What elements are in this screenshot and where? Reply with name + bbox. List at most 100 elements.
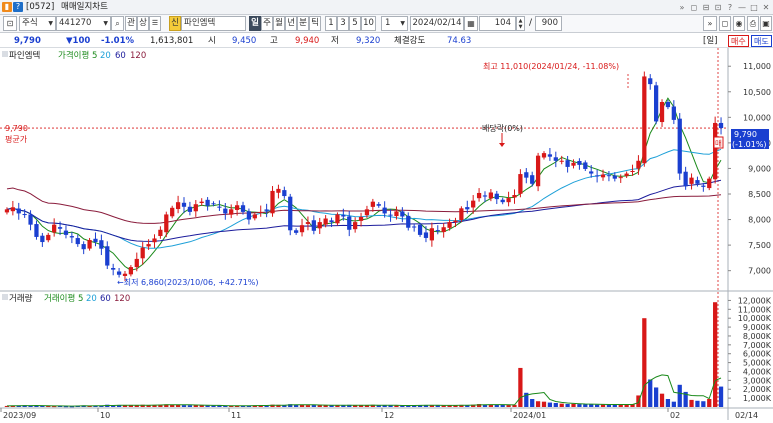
period-tab-5[interactable]: 틱 xyxy=(309,16,321,31)
candle-body xyxy=(211,203,216,205)
grid-toggle-icon[interactable]: ◻ xyxy=(719,16,731,31)
market-select[interactable]: 주식 ▼ xyxy=(19,16,56,31)
quote-bar: 9,790 ▼100 -1.01% 1,613,801 시 9,450 고 9,… xyxy=(0,34,773,48)
candle-114 xyxy=(677,113,682,180)
candle-body xyxy=(606,175,612,177)
volume-bar-119 xyxy=(707,399,712,407)
total-input[interactable]: 900 xyxy=(535,16,562,31)
sell-button[interactable]: 매도 xyxy=(751,35,772,47)
volume-bar-95 xyxy=(565,403,570,407)
candle-body xyxy=(441,227,446,233)
volume-axis-label-2: 10,000K xyxy=(738,314,772,323)
candle-body xyxy=(93,238,98,243)
listed-button[interactable]: 상 xyxy=(137,16,149,31)
interval-button-5[interactable]: 5 xyxy=(349,16,361,31)
candle-body xyxy=(217,206,222,208)
volume-bar-50 xyxy=(299,404,305,407)
candle-110 xyxy=(654,81,659,125)
volume-bar-94 xyxy=(559,403,564,407)
window-title: 매매일지차트 xyxy=(61,2,108,12)
help-icon[interactable]: ? xyxy=(725,2,735,13)
price-axis-label-5: 8,500 xyxy=(748,190,771,199)
search-button[interactable]: ⌕ xyxy=(111,16,124,31)
candle-body xyxy=(648,78,653,85)
price-ma-60: 60 xyxy=(115,51,126,61)
volume-bar-118 xyxy=(701,401,706,407)
candle-body xyxy=(299,225,305,233)
slash-separator: / xyxy=(529,18,533,28)
volume-axis-label-9: 3,000K xyxy=(743,376,772,385)
pin-window-icon[interactable]: ⊡ xyxy=(713,2,723,13)
x-axis-label-1: 10 xyxy=(100,411,110,420)
period-tab-1[interactable]: 주 xyxy=(261,16,273,31)
period-tab-3[interactable]: 년 xyxy=(285,16,297,31)
candle-body xyxy=(158,229,163,237)
candle-body xyxy=(175,202,181,210)
candle-body xyxy=(471,200,476,208)
x-axis-label-5: 02 xyxy=(670,411,680,420)
volume-bar-120 xyxy=(713,302,718,407)
menu-button[interactable]: ☰ xyxy=(149,16,161,31)
interval-button-3[interactable]: 3 xyxy=(337,16,349,31)
stock-chart[interactable]: 11,00010,50010,0009,5009,0008,5008,0007,… xyxy=(0,48,773,420)
close-icon[interactable]: ✕ xyxy=(761,2,771,13)
volume-axis-label-0: 12,000K xyxy=(738,296,772,305)
volume-axis-label-6: 6,000K xyxy=(743,350,772,359)
count-spinner[interactable]: ▲ ▼ xyxy=(516,16,525,31)
candle-body xyxy=(294,230,299,233)
candle-body xyxy=(282,190,287,197)
count-input[interactable]: 104 xyxy=(479,16,516,31)
period-tab-2[interactable]: 월 xyxy=(273,16,285,31)
volume-axis-label-5: 7,000K xyxy=(743,341,772,350)
candle-body xyxy=(695,180,700,184)
low-price: 9,320 xyxy=(356,36,381,46)
candle-body xyxy=(459,208,464,220)
help-icon[interactable]: ? xyxy=(13,2,23,12)
volume-bar-96 xyxy=(571,403,576,407)
volume-ma-120: 120 xyxy=(114,294,130,304)
pin-icon[interactable]: ⊡ xyxy=(3,16,17,31)
volume-axis-label-10: 2,000K xyxy=(743,385,772,394)
minimize-icon[interactable]: — xyxy=(737,2,747,13)
count-value: 104 xyxy=(494,18,511,28)
candle-body xyxy=(701,185,706,187)
minimize-panel-icon[interactable]: ⊟ xyxy=(701,2,711,13)
interval-button-1[interactable]: 1 xyxy=(325,16,337,31)
lock-icon[interactable]: ▣ xyxy=(760,16,772,31)
high-label: 고 xyxy=(270,36,278,46)
symbol-input[interactable]: 441270 ▼ xyxy=(56,16,111,31)
candle-body xyxy=(52,224,57,233)
interval-input[interactable]: 1 ▼ xyxy=(381,16,408,31)
candle-body xyxy=(46,234,51,241)
restore-icon[interactable]: ◻ xyxy=(689,2,699,13)
date-input[interactable]: 2024/02/14 xyxy=(410,16,464,31)
volume-ma-5: 5 xyxy=(78,294,83,304)
candle-body xyxy=(187,206,193,212)
candle-90 xyxy=(535,152,541,192)
calendar-icon[interactable]: ▦ xyxy=(464,16,478,31)
buy-button[interactable]: 매수 xyxy=(728,35,749,47)
volume-bar-114 xyxy=(677,384,682,407)
candle-body xyxy=(718,122,724,129)
period-tab-4[interactable]: 분 xyxy=(297,16,309,31)
interest-button[interactable]: 관 xyxy=(125,16,137,31)
expand-icon[interactable]: » xyxy=(677,2,687,13)
candle-body xyxy=(417,224,423,235)
print-icon[interactable]: ⎙ xyxy=(747,16,759,31)
total-value: 900 xyxy=(541,18,558,28)
candle-body xyxy=(264,209,269,211)
volume-bar-87 xyxy=(518,367,523,407)
credit-button[interactable]: 신 xyxy=(169,16,181,31)
chart-area[interactable]: 11,00010,50010,0009,5009,0008,5008,0007,… xyxy=(0,48,773,420)
volume-bar-101 xyxy=(600,404,606,407)
camera-icon[interactable]: ◉ xyxy=(733,16,745,31)
maximize-icon[interactable]: □ xyxy=(749,2,759,13)
chart-mode-button[interactable]: » xyxy=(703,16,717,31)
interval-button-10[interactable]: 10 xyxy=(361,16,376,31)
x-axis-label-3: 12 xyxy=(384,411,394,420)
open-price: 9,450 xyxy=(232,36,257,46)
period-tab-0[interactable]: 일 xyxy=(249,16,261,31)
candle-body xyxy=(99,240,104,249)
candle-body xyxy=(205,199,210,206)
volume-bar-112 xyxy=(665,399,671,407)
